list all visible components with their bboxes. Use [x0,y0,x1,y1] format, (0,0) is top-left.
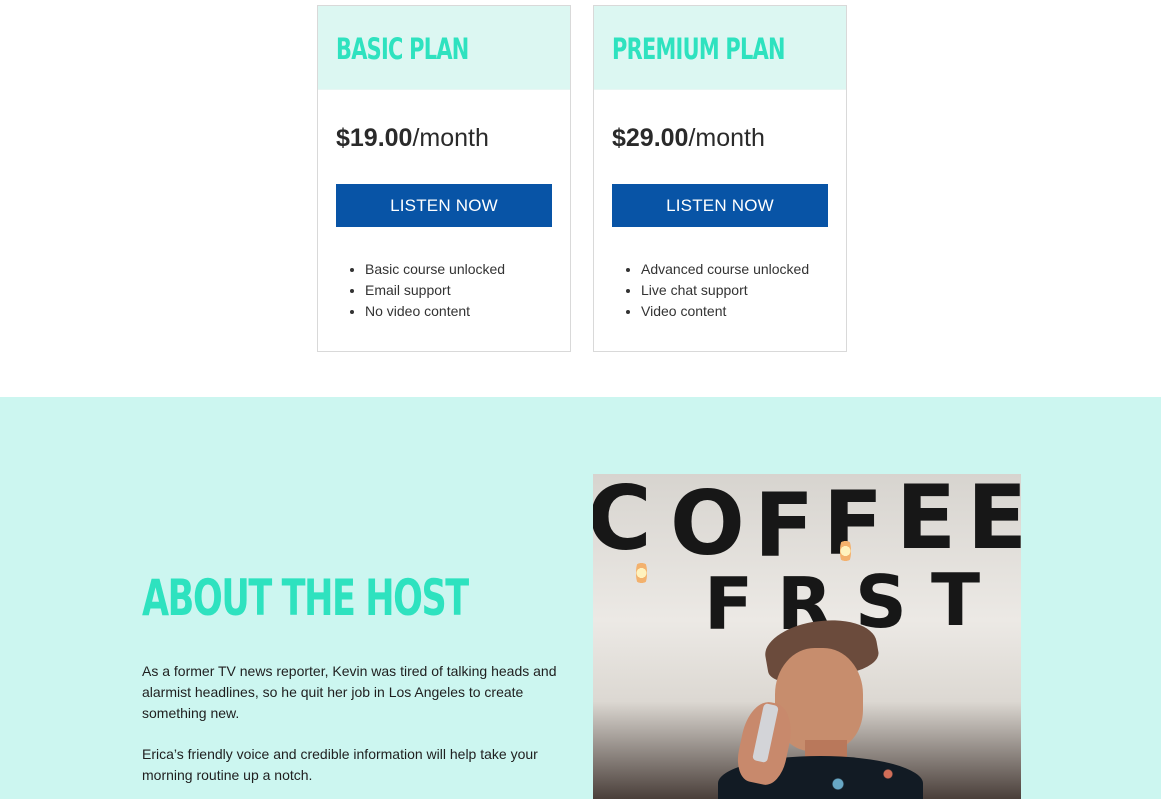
basic-plan-price-period: /month [412,124,489,152]
basic-listen-now-button[interactable]: LISTEN NOW [336,184,552,227]
premium-listen-now-button[interactable]: LISTEN NOW [612,184,828,227]
premium-plan-title: Premium Plan [612,32,786,66]
host-photo: C O F F E E F R S T [593,474,1021,799]
about-title: ABOUT THE HOST [142,569,469,627]
lamp-light [840,538,851,564]
wall-letter: F [823,474,884,575]
wall-letter: T [931,558,981,642]
basic-plan-features: Basic course unlocked Email support No v… [347,259,505,322]
premium-feature-item: Advanced course unlocked [641,259,809,280]
basic-feature-item: Basic course unlocked [365,259,505,280]
premium-plan-features: Advanced course unlocked Live chat suppo… [623,259,809,322]
host-portrait [713,604,923,799]
page: Basic Plan $19.00/month LISTEN NOW Basic… [0,0,1161,799]
basic-plan-card: Basic Plan $19.00/month LISTEN NOW Basic… [317,5,571,352]
about-section: ABOUT THE HOST As a former TV news repor… [0,397,1161,799]
wall-letter: F [754,474,815,577]
about-paragraph: As a former TV news reporter, Kevin was … [142,663,557,721]
about-paragraph: Erica’s friendly voice and credible info… [142,746,538,783]
basic-plan-price-amount: $19.00 [336,124,413,152]
premium-plan-price: $29.00/month [612,124,765,153]
basic-feature-item: No video content [365,301,505,322]
wall-letter: E [896,474,957,569]
premium-plan-card: Premium Plan $29.00/month LISTEN NOW Adv… [593,5,847,352]
lamp-light [636,560,647,586]
premium-plan-price-amount: $29.00 [612,124,689,152]
wall-letter: E [967,474,1021,569]
premium-feature-item: Video content [641,301,809,322]
wall-letter: C [593,474,652,570]
premium-plan-price-period: /month [688,124,765,152]
basic-feature-item: Email support [365,280,505,301]
pricing-section: Basic Plan $19.00/month LISTEN NOW Basic… [0,0,1161,397]
basic-plan-price: $19.00/month [336,124,489,153]
basic-plan-title: Basic Plan [336,32,469,66]
wall-letter: O [670,474,745,575]
premium-feature-item: Live chat support [641,280,809,301]
